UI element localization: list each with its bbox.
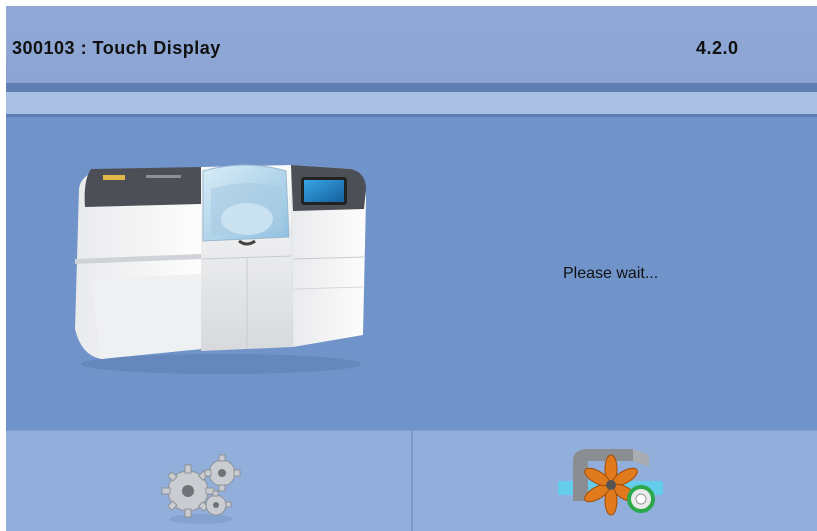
header-bar: 300103 : Touch Display 4.2.0 [6,6,817,84]
motor-button[interactable] [413,431,817,531]
footer-toolbar [6,430,817,531]
status-message: Please wait... [563,265,659,282]
version-label: 4.2.0 [696,38,739,58]
fan-motor-icon [558,449,663,516]
touch-display-window: 300103 : Touch Display 4.2.0 Please wait… [6,6,817,531]
main-panel: Please wait... [6,117,817,430]
milling-machine-image [75,164,366,374]
device-title: 300103 : Touch Display [12,38,221,58]
gears-icon [161,454,241,524]
status-strip [6,92,817,114]
header-divider [6,83,817,92]
settings-button[interactable] [6,431,411,531]
